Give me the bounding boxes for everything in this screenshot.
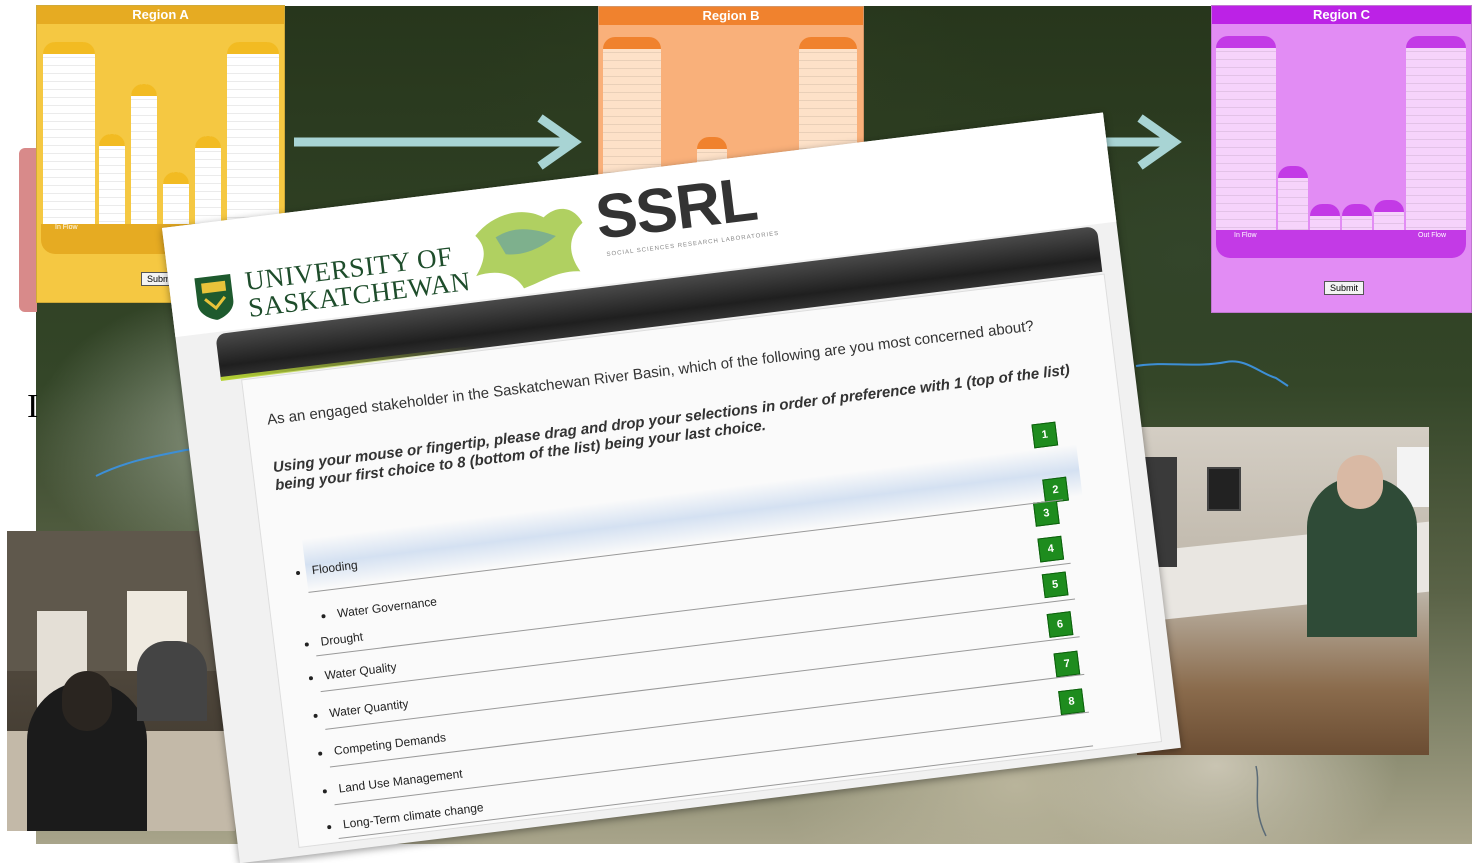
region-c-title: Region C (1212, 6, 1471, 24)
list-item-label: Drought (319, 629, 364, 649)
rank-badge: 6 (1046, 611, 1074, 638)
bullet (304, 642, 310, 647)
divider (329, 673, 1085, 768)
region-c-panel: Region C In Flow Out Flow Submit (1211, 5, 1472, 313)
bullet (322, 788, 328, 794)
list-item[interactable]: Water Quantity (313, 696, 410, 723)
region-c-submit-button[interactable]: Submit (1324, 281, 1364, 295)
background-slide-edge (19, 148, 37, 312)
bullet (295, 570, 301, 576)
flow-column (1278, 166, 1308, 232)
bullet (313, 713, 318, 718)
flow-column (1374, 200, 1404, 232)
classroom-photo-left (7, 531, 235, 831)
bullet (327, 824, 332, 830)
inflow-column (603, 37, 661, 177)
inflow-column (1216, 36, 1276, 232)
rank-badge: 1 (1031, 421, 1059, 449)
divider (320, 598, 1076, 693)
bullet (321, 613, 326, 619)
background-letter: I (27, 388, 39, 425)
rank-badge: 8 (1058, 688, 1085, 716)
region-a-flow-chart (37, 24, 284, 234)
list-item[interactable]: Water Quality (308, 660, 397, 685)
flow-column (99, 134, 125, 234)
inflow-label: In Flow (55, 224, 78, 231)
bullet (317, 751, 323, 756)
region-c-flow-chart (1212, 24, 1471, 232)
rank-badge: 3 (1032, 499, 1060, 527)
outflow-label: Out Flow (1418, 232, 1447, 239)
survey-screenshot: UNIVERSITY OF SASKATCHEWAN SSRL SOCIAL S… (162, 112, 1181, 863)
flow-column (195, 136, 221, 234)
classroom-photo-right (1137, 427, 1429, 755)
list-item[interactable]: Drought (304, 630, 364, 651)
list-item[interactable]: Land Use Management (322, 767, 463, 798)
region-b-title: Region B (599, 7, 863, 25)
region-a-title: Region A (37, 6, 284, 24)
rank-badge: 4 (1037, 535, 1065, 563)
inflow-label: In Flow (1234, 232, 1257, 239)
right-arrow-icon (1102, 114, 1182, 170)
inflow-column (43, 42, 95, 234)
outflow-column (227, 42, 279, 234)
bullet (308, 675, 314, 681)
flow-column (131, 84, 157, 234)
photo-person-head (62, 671, 112, 731)
list-item-label: Water Quantity (328, 696, 410, 721)
divider (325, 636, 1080, 730)
ssrl-logo-icon (475, 209, 583, 289)
list-item-label: Water Quality (323, 659, 398, 683)
list-item-label: Long-Term climate change (342, 800, 485, 832)
list-item-label: Water Governance (336, 594, 438, 621)
list-item[interactable]: Water Governance (321, 594, 438, 622)
university-crest-icon (194, 274, 234, 320)
photo-person (137, 641, 207, 721)
right-arrow-icon (294, 114, 582, 170)
photo-person-head (1337, 455, 1383, 509)
photo-monitor (1207, 467, 1241, 511)
flow-column (1310, 204, 1340, 232)
outflow-column (1406, 36, 1466, 232)
rank-badge: 5 (1041, 571, 1069, 599)
flow-column (1342, 204, 1372, 232)
rank-badge: 7 (1053, 650, 1081, 678)
list-item[interactable]: Long-Term climate change (326, 800, 484, 833)
